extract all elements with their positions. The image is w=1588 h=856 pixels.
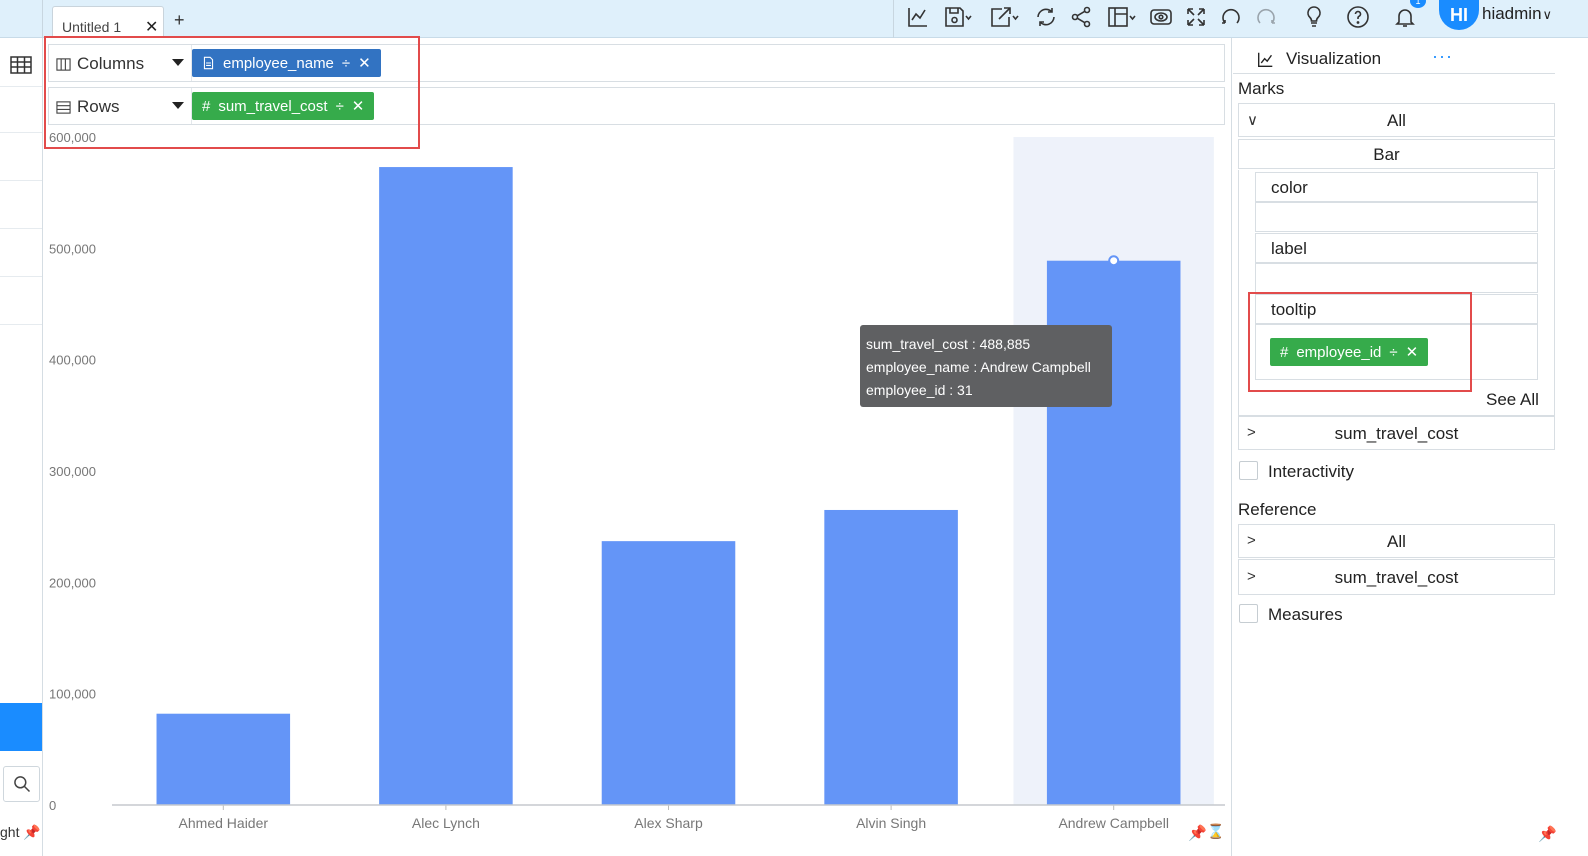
label-mark-label: label bbox=[1271, 239, 1307, 258]
see-all-link[interactable]: See All bbox=[1486, 390, 1539, 410]
toolbar-separator bbox=[893, 0, 894, 38]
fullscreen-icon[interactable] bbox=[1181, 2, 1211, 32]
table-grid-icon bbox=[10, 56, 32, 74]
bar-chart[interactable]: 0 100,000 200,000 300,000 400,000 500,000 600,… bbox=[43, 125, 1227, 845]
sidebar-divider bbox=[0, 228, 42, 229]
tab-close-icon[interactable]: ✕ bbox=[145, 17, 158, 37]
chevron-down-icon: ∨ bbox=[1542, 7, 1553, 22]
sidebar-bottom-label: ght bbox=[0, 824, 20, 840]
mark-type-label: Bar bbox=[1373, 145, 1400, 164]
x-tick-label: Ahmed Haider bbox=[179, 815, 269, 831]
reference-measure-row[interactable]: > sum_travel_cost bbox=[1238, 559, 1555, 595]
mark-type-select[interactable]: Bar bbox=[1238, 139, 1555, 169]
tab-title: Untitled 1 bbox=[62, 19, 122, 35]
x-tick-label: Alex Sharp bbox=[634, 815, 703, 831]
sidebar-bottom-item[interactable]: ght 📌 bbox=[0, 824, 41, 841]
color-dropzone[interactable] bbox=[1255, 202, 1538, 232]
table-view-button[interactable] bbox=[4, 50, 38, 80]
bar[interactable] bbox=[156, 713, 291, 805]
marks-label: Marks bbox=[1238, 79, 1285, 98]
tooltip-line-measure: sum_travel_cost : 488,885 bbox=[866, 336, 1031, 352]
more-options-icon[interactable]: ··· bbox=[1432, 46, 1453, 67]
share-icon[interactable] bbox=[1066, 2, 1096, 32]
label-dropzone[interactable] bbox=[1255, 263, 1538, 293]
tooltip-line-id: employee_id : 31 bbox=[866, 382, 973, 398]
undo-icon[interactable] bbox=[1216, 2, 1246, 32]
refresh-icon[interactable] bbox=[1031, 2, 1061, 32]
marks-measure-row[interactable]: > sum_travel_cost bbox=[1238, 416, 1555, 450]
bar[interactable] bbox=[379, 167, 513, 805]
tooltip-line-dimension: employee_name : Andrew Campbell bbox=[866, 359, 1091, 375]
y-tick-label: 400,000 bbox=[49, 353, 96, 368]
visualization-header bbox=[1233, 44, 1555, 74]
y-tick-label: 100,000 bbox=[49, 687, 96, 702]
interactivity-checkbox[interactable] bbox=[1239, 461, 1258, 480]
pin-icon: 📌 bbox=[23, 824, 41, 840]
search-button[interactable] bbox=[3, 766, 40, 802]
avatar[interactable]: HI bbox=[1439, 0, 1479, 30]
visualization-title[interactable]: Visualization bbox=[1286, 49, 1381, 69]
reference-all-row[interactable]: > All bbox=[1238, 524, 1555, 558]
label-mark-header[interactable]: label bbox=[1255, 233, 1538, 263]
x-tick-label: Andrew Campbell bbox=[1058, 815, 1169, 831]
bar[interactable] bbox=[824, 509, 958, 805]
username-menu[interactable]: hiadmin∨ bbox=[1482, 4, 1552, 24]
chart-tooltip: sum_travel_cost : 488,885 employee_name … bbox=[860, 325, 1112, 407]
y-tick-label: 300,000 bbox=[49, 464, 96, 479]
lightbulb-icon[interactable] bbox=[1299, 2, 1329, 32]
hourglass-icon: ⌛ bbox=[1207, 823, 1225, 839]
y-tick-label: 0 bbox=[49, 798, 56, 813]
tab-untitled-1[interactable]: Untitled 1 ✕ bbox=[52, 6, 164, 38]
marks-all-label: All bbox=[1387, 111, 1406, 130]
y-tick-label: 600,000 bbox=[49, 130, 96, 145]
y-tick-label: 200,000 bbox=[49, 575, 96, 590]
sidebar-divider bbox=[0, 132, 42, 133]
sidebar-divider bbox=[0, 86, 42, 87]
line-chart-icon[interactable] bbox=[903, 2, 933, 32]
sidebar-active-item[interactable] bbox=[0, 703, 42, 751]
save-icon[interactable] bbox=[940, 2, 976, 32]
sidebar-divider bbox=[0, 276, 42, 277]
sidebar-divider bbox=[0, 180, 42, 181]
pin-icon[interactable]: 📌 bbox=[1538, 825, 1557, 843]
username-label: hiadmin bbox=[1482, 4, 1542, 23]
bar[interactable] bbox=[601, 541, 736, 805]
y-tick-label: 500,000 bbox=[49, 241, 96, 256]
chart-icon bbox=[1258, 52, 1273, 67]
preview-icon[interactable] bbox=[1146, 2, 1176, 32]
add-tab-icon[interactable]: + bbox=[174, 10, 185, 31]
hover-point-marker bbox=[1108, 255, 1120, 267]
pin-icon[interactable]: 📌 bbox=[1188, 824, 1207, 842]
marks-all-row[interactable]: ∨ All bbox=[1238, 103, 1555, 137]
marks-measure-label: sum_travel_cost bbox=[1334, 424, 1459, 443]
search-icon bbox=[13, 776, 30, 793]
top-left-strip bbox=[0, 0, 43, 38]
top-bar: Untitled 1 ✕ + 1 HI hiadmin∨ bbox=[0, 0, 1588, 38]
measures-label: Measures bbox=[1268, 605, 1343, 624]
export-icon[interactable] bbox=[985, 2, 1023, 32]
interactivity-label: Interactivity bbox=[1268, 462, 1354, 481]
reference-measure-label: sum_travel_cost bbox=[1334, 568, 1459, 587]
x-tick-label: Alec Lynch bbox=[412, 815, 480, 831]
left-sidebar: ght 📌 bbox=[0, 38, 43, 856]
redo-icon[interactable] bbox=[1251, 2, 1281, 32]
measures-checkbox[interactable] bbox=[1239, 604, 1258, 623]
color-mark-header[interactable]: color bbox=[1255, 172, 1538, 202]
color-mark-label: color bbox=[1271, 178, 1308, 197]
reference-label: Reference bbox=[1238, 500, 1317, 519]
help-icon[interactable] bbox=[1343, 2, 1373, 32]
reference-all-label: All bbox=[1387, 532, 1406, 551]
tooltip-callout-box bbox=[1248, 292, 1472, 392]
layout-icon[interactable] bbox=[1102, 2, 1140, 32]
sidebar-divider bbox=[0, 324, 42, 325]
x-tick-label: Alvin Singh bbox=[856, 815, 926, 831]
